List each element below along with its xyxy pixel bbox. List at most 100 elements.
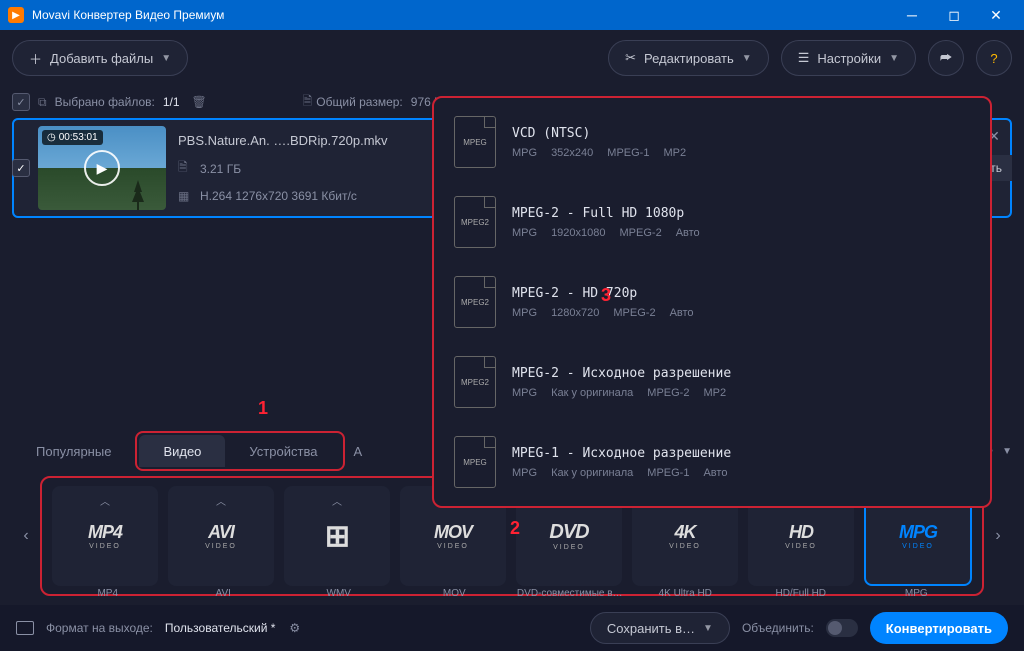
close-window-button[interactable]: ✕ (976, 0, 1016, 30)
chevron-down-icon: ▼ (703, 623, 713, 634)
format-sublabel: VIDEO (437, 543, 469, 550)
format-logo: MP4 (88, 522, 122, 543)
monitor-icon (16, 621, 34, 635)
chevron-up-icon: ︿ (100, 493, 110, 508)
file-checkbox[interactable]: ✓ (12, 159, 30, 177)
duration-text: 00:53:01 (59, 132, 98, 143)
preset-item[interactable]: MPEG MPEG-1 - Исходное разрешение MPGКак у… (434, 422, 990, 502)
format-card-wmv[interactable]: ︿⊞ (284, 486, 390, 586)
format-logo: AVI (208, 522, 234, 543)
preset-item[interactable]: MPEG2MPEG-2 - HD 720pMPG1280x720MPEG-2Ав… (434, 262, 990, 342)
tab-video[interactable]: Видео (139, 435, 225, 467)
clock-icon: ◷ (47, 132, 56, 143)
preset-subtitle: MPG1280x720MPEG-2Авто (512, 307, 694, 319)
settings-button[interactable]: ☰ Настройки ▼ (781, 40, 916, 76)
format-sublabel: VIDEO (902, 543, 934, 550)
edit-button[interactable]: ✂ Редактировать ▼ (608, 40, 769, 76)
chevron-down-icon: ▼ (742, 53, 752, 64)
maximize-button[interactable]: ◻ (934, 0, 974, 30)
total-size-label: Общий размер: (316, 95, 402, 109)
window-title: Movavi Конвертер Видео Премиум (32, 8, 892, 22)
format-label: MPG (859, 588, 975, 599)
preset-file-icon: MPEG2 (454, 196, 496, 248)
format-sublabel: VIDEO (553, 544, 585, 551)
format-logo: MOV (434, 522, 472, 543)
preset-file-icon: MPEG2 (454, 356, 496, 408)
carousel-prev-button[interactable]: ‹ (12, 486, 40, 586)
format-logo: ⊞ (325, 519, 349, 554)
save-to-label: Сохранить в… (607, 621, 695, 636)
tabs-annotation-box: Видео Устройства (135, 431, 345, 471)
format-label: DVD-совместимые в… (512, 588, 628, 599)
sliders-icon: ☰ (798, 50, 810, 66)
preset-title: MPEG-2 - Full HD 1080p (512, 206, 700, 221)
format-sublabel: VIDEO (669, 543, 701, 550)
format-label: WMV (281, 588, 397, 599)
preset-file-icon: MPEG (454, 436, 496, 488)
preset-item[interactable]: MPEG VCD (NTSC) MPG352x240MPEG-1MP2 (434, 102, 990, 182)
edit-label: Редактировать (644, 51, 734, 66)
settings-label: Настройки (817, 51, 881, 66)
preset-dropdown-panel: MPEGVCD (NTSC)MPG352x240MPEG-1MP2MPEG2MP… (432, 96, 992, 508)
preset-file-icon: MPEG2 (454, 276, 496, 328)
chevron-up-icon: ︿ (332, 493, 342, 508)
share-button[interactable]: ⮫ (928, 40, 964, 76)
selected-label: Выбрано файлов: (55, 95, 155, 109)
format-logo: HD (789, 522, 813, 543)
minimize-button[interactable]: ─ (892, 0, 932, 30)
format-sublabel: VIDEO (89, 543, 121, 550)
tab-devices[interactable]: Устройства (225, 435, 341, 467)
annotation-2: 2 (510, 518, 520, 539)
output-format-value: Пользовательский * (165, 621, 276, 635)
format-sublabel: VIDEO (785, 543, 817, 550)
disk-icon: 🗎 (178, 158, 192, 179)
format-sublabel: VIDEO (205, 543, 237, 550)
format-logo: MPG (899, 522, 937, 543)
add-files-label: Добавить файлы (50, 51, 153, 66)
format-labels-row: MP4AVIWMVMOVDVD-совместимые в…4K Ultra H… (50, 588, 974, 599)
preset-file-icon: MPEG (454, 116, 496, 168)
format-label: MOV (397, 588, 513, 599)
preset-subtitle: MPG352x240MPEG-1MP2 (512, 147, 686, 159)
preset-subtitle: MPG1920x1080MPEG-2Авто (512, 227, 700, 239)
plus-icon: ＋ (29, 49, 42, 68)
duration-badge: ◷ 00:53:01 (42, 130, 103, 145)
preset-title: VCD (NTSC) (512, 126, 686, 141)
bottom-bar: Формат на выходе: Пользовательский * ⚙ С… (0, 605, 1024, 651)
merge-toggle[interactable] (826, 619, 858, 637)
select-all-checkbox[interactable]: ✓ (12, 93, 30, 111)
convert-button[interactable]: Конвертировать (870, 612, 1008, 644)
copy-icon: ⧉ (38, 95, 47, 110)
merge-label: Объединить: (742, 621, 814, 635)
preset-item[interactable]: MPEG2MPEG-2 - Исходное разрешениеMPGКак … (434, 342, 990, 422)
chevron-down-icon: ▼ (161, 53, 171, 64)
help-button[interactable]: ? (976, 40, 1012, 76)
play-icon[interactable]: ▶ (84, 150, 120, 186)
format-label: MP4 (50, 588, 166, 599)
add-files-button[interactable]: ＋ Добавить файлы ▼ (12, 40, 188, 76)
format-label: AVI (166, 588, 282, 599)
chevron-down-icon[interactable]: ▼ (1002, 446, 1012, 457)
format-card-avi[interactable]: ︿ AVIVIDEO (168, 486, 274, 586)
main-toolbar: ＋ Добавить файлы ▼ ✂ Редактировать ▼ ☰ Н… (0, 30, 1024, 86)
file-codec: H.264 1276x720 3691 Кбит/с (200, 189, 357, 203)
chevron-up-icon: ︿ (216, 493, 226, 508)
tab-more[interactable]: А (345, 431, 370, 471)
save-to-button[interactable]: Сохранить в… ▼ (590, 612, 730, 644)
preset-subtitle: MPGКак у оригиналаMPEG-1Авто (512, 467, 731, 479)
titlebar: ▶ Movavi Конвертер Видео Премиум ─ ◻ ✕ (0, 0, 1024, 30)
preset-item[interactable]: MPEG2 MPEG-2 - Full HD 1080p MPG1920x1080M… (434, 182, 990, 262)
output-format-label: Формат на выходе: (46, 621, 153, 635)
page-icon: 🗎 (303, 92, 313, 113)
gear-icon[interactable]: ⚙ (289, 621, 300, 635)
delete-button[interactable]: 🗑 (192, 95, 207, 109)
preset-title: MPEG-1 - Исходное разрешение (512, 446, 731, 461)
file-thumbnail[interactable]: ◷ 00:53:01 ▶ (38, 126, 166, 210)
tab-popular[interactable]: Популярные (12, 431, 135, 471)
annotation-1: 1 (258, 398, 268, 419)
question-icon: ? (990, 51, 997, 66)
format-logo: 4K (674, 522, 695, 543)
format-label: HD/Full HD (743, 588, 859, 599)
annotation-3: 3 (601, 285, 611, 306)
format-card-mp4[interactable]: ︿ MP4VIDEO (52, 486, 158, 586)
